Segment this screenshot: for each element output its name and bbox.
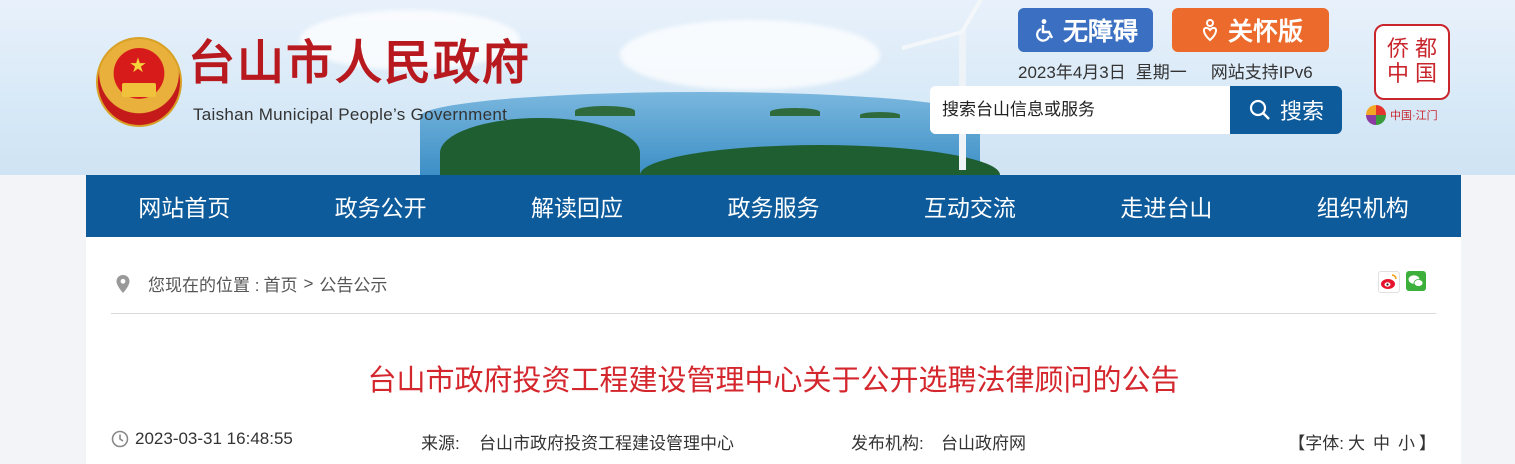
- font-size-medium[interactable]: 中: [1373, 434, 1390, 453]
- care-mode-label: 关怀版: [1227, 18, 1303, 46]
- source-value: 台山市政府投资工程建设管理中心: [479, 434, 734, 453]
- wind-turbine-blade: [901, 30, 963, 50]
- accessibility-button[interactable]: 无障碍: [1018, 8, 1153, 52]
- nav-item-government-affairs[interactable]: 政务公开: [282, 175, 478, 237]
- weibo-icon: [1381, 274, 1397, 289]
- breadcrumb-current-link[interactable]: 公告公示: [319, 271, 387, 296]
- care-mode-button[interactable]: 关怀版: [1172, 8, 1329, 52]
- ipv6-notice: 网站支持IPv6: [1210, 63, 1313, 82]
- wechat-share-icon[interactable]: [1406, 271, 1426, 291]
- nav-item-home[interactable]: 网站首页: [86, 175, 282, 237]
- wheelchair-icon: [1036, 19, 1054, 42]
- wind-turbine-blade: [960, 0, 994, 33]
- site-title: 台山市人民政府: [188, 36, 531, 91]
- national-emblem-logo: ★: [96, 37, 182, 127]
- font-size-open: 【字体:: [1288, 434, 1344, 453]
- source-label: 来源:: [421, 434, 460, 453]
- current-weekday: 星期一: [1135, 63, 1187, 82]
- breadcrumb: 您现在的位置 : 首页 > 公告公示: [116, 271, 387, 296]
- nav-item-interpretation[interactable]: 解读回应: [479, 175, 675, 237]
- main-navigation: 网站首页 政务公开 解读回应 政务服务 互动交流 走进台山 组织机构: [86, 175, 1461, 237]
- nav-item-services[interactable]: 政务服务: [675, 175, 871, 237]
- font-size-control: 【字体: 大中小】: [1288, 429, 1436, 454]
- gate-icon: [122, 83, 156, 97]
- nav-item-interaction[interactable]: 互动交流: [872, 175, 1068, 237]
- jiangmen-logo-label: 中国·江门: [1390, 110, 1438, 122]
- header-banner: ★ 台山市人民政府 Taishan Municipal People’s Gov…: [0, 0, 1515, 175]
- date-line: 2023年4月3日 星期一 网站支持IPv6: [1018, 58, 1323, 83]
- font-size-close: 】: [1419, 434, 1436, 453]
- article-container: 您现在的位置 : 首页 > 公告公示 台山市政府投资工程建设管理中心关于公开选聘…: [86, 237, 1461, 464]
- publisher-value: 台山政府网: [941, 434, 1026, 453]
- publisher-label: 发布机构:: [851, 434, 924, 453]
- font-size-small[interactable]: 小: [1398, 434, 1415, 453]
- accessibility-label: 无障碍: [1062, 18, 1138, 46]
- breadcrumb-home-link[interactable]: 首页: [263, 271, 297, 296]
- clock-icon: [111, 430, 129, 448]
- publish-datetime: 2023-03-31 16:48:55: [135, 429, 293, 448]
- search-button[interactable]: 搜索: [1230, 86, 1342, 134]
- island-scenery: [860, 112, 900, 118]
- location-pin-icon: [116, 274, 130, 293]
- cloud-decoration: [620, 20, 880, 90]
- qiaodu-logo-text: 侨都中国: [1386, 36, 1438, 87]
- current-date: 2023年4月3日: [1018, 63, 1126, 82]
- search-button-label: 搜索: [1279, 99, 1324, 124]
- nav-item-about-taishan[interactable]: 走进台山: [1068, 175, 1264, 237]
- article-meta: 2023-03-31 16:48:55 来源: 台山市政府投资工程建设管理中心 …: [111, 427, 1436, 455]
- search-bar: 搜索: [930, 86, 1342, 134]
- island-scenery: [575, 106, 635, 116]
- article-title: 台山市政府投资工程建设管理中心关于公开选聘法律顾问的公告: [367, 365, 1180, 397]
- weibo-share-icon[interactable]: [1378, 271, 1400, 293]
- heart-person-icon: [1202, 19, 1217, 42]
- search-input[interactable]: [930, 86, 1230, 134]
- search-icon: [1249, 99, 1270, 120]
- island-scenery: [770, 108, 820, 116]
- font-size-large[interactable]: 大: [1348, 434, 1365, 453]
- breadcrumb-divider: [111, 313, 1436, 314]
- jiangmen-mark-icon: [1366, 105, 1386, 125]
- wechat-icon: [1408, 275, 1424, 287]
- breadcrumb-separator: >: [303, 273, 314, 293]
- star-icon: ★: [129, 53, 147, 77]
- site-subtitle: Taishan Municipal People’s Government: [193, 105, 508, 124]
- breadcrumb-prefix: 您现在的位置 :: [148, 276, 260, 295]
- qiaodu-china-logo[interactable]: 侨都中国: [1374, 24, 1450, 100]
- china-jiangmen-logo[interactable]: 中国·江门: [1366, 102, 1458, 128]
- nav-item-organization[interactable]: 组织机构: [1265, 175, 1461, 237]
